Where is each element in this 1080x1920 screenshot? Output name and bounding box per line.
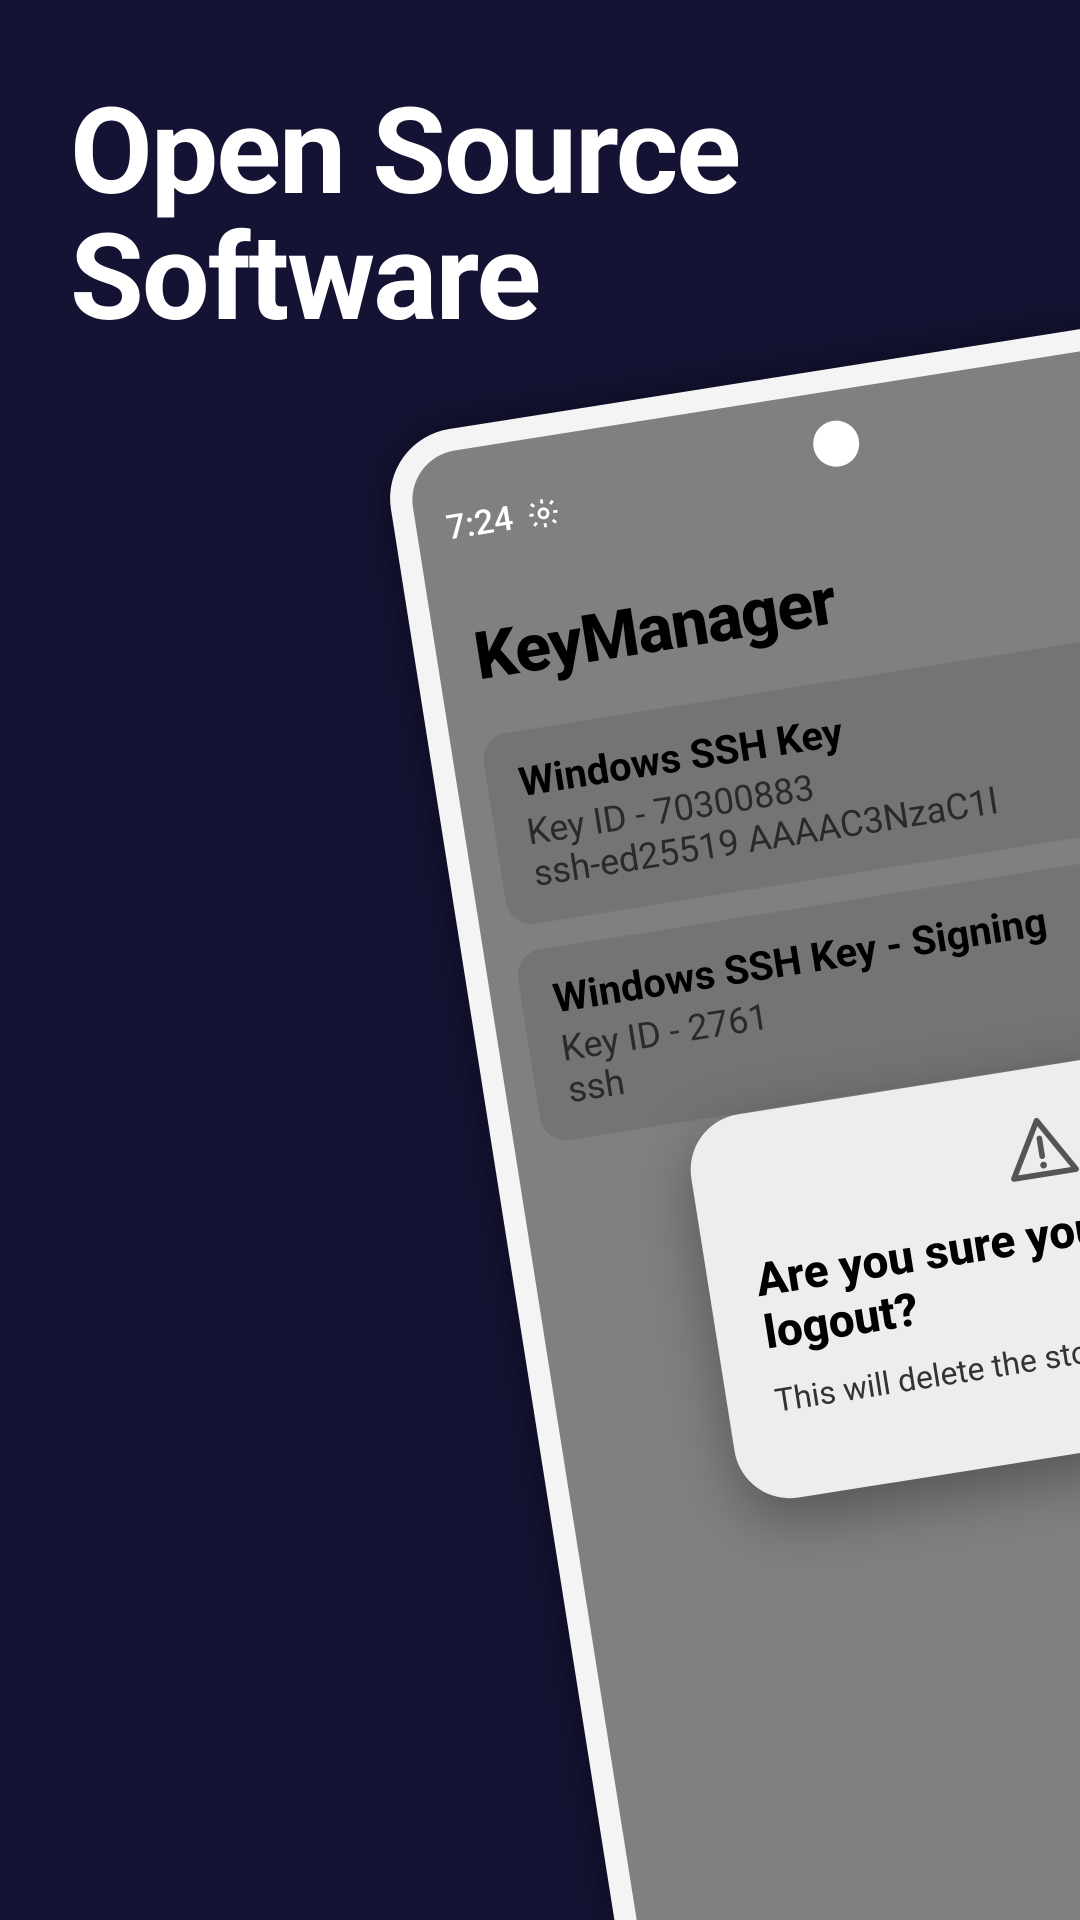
phone-screen: 7:24 KeyManager Windows SSH Key Key ID -… xyxy=(405,324,1080,1920)
headline-line-2: Software xyxy=(70,216,739,342)
phone-mockup: 7:24 KeyManager Windows SSH Key Key ID -… xyxy=(380,299,1080,1920)
promo-page: Open Source Software 7:24 KeyManager xyxy=(0,0,1080,1920)
phone-frame: 7:24 KeyManager Windows SSH Key Key ID -… xyxy=(380,299,1080,1920)
app-content: KeyManager Windows SSH Key Key ID - 7030… xyxy=(427,463,1080,1920)
headline: Open Source Software xyxy=(70,90,739,342)
status-time: 7:24 xyxy=(444,498,516,548)
warning-icon xyxy=(737,1068,1080,1226)
dialog-overlay: Are you sure you want to logout? This wi… xyxy=(427,463,1080,1920)
logout-confirm-dialog[interactable]: Are you sure you want to logout? This wi… xyxy=(683,1014,1080,1507)
headline-line-1: Open Source xyxy=(70,90,739,216)
gear-icon xyxy=(524,494,563,533)
